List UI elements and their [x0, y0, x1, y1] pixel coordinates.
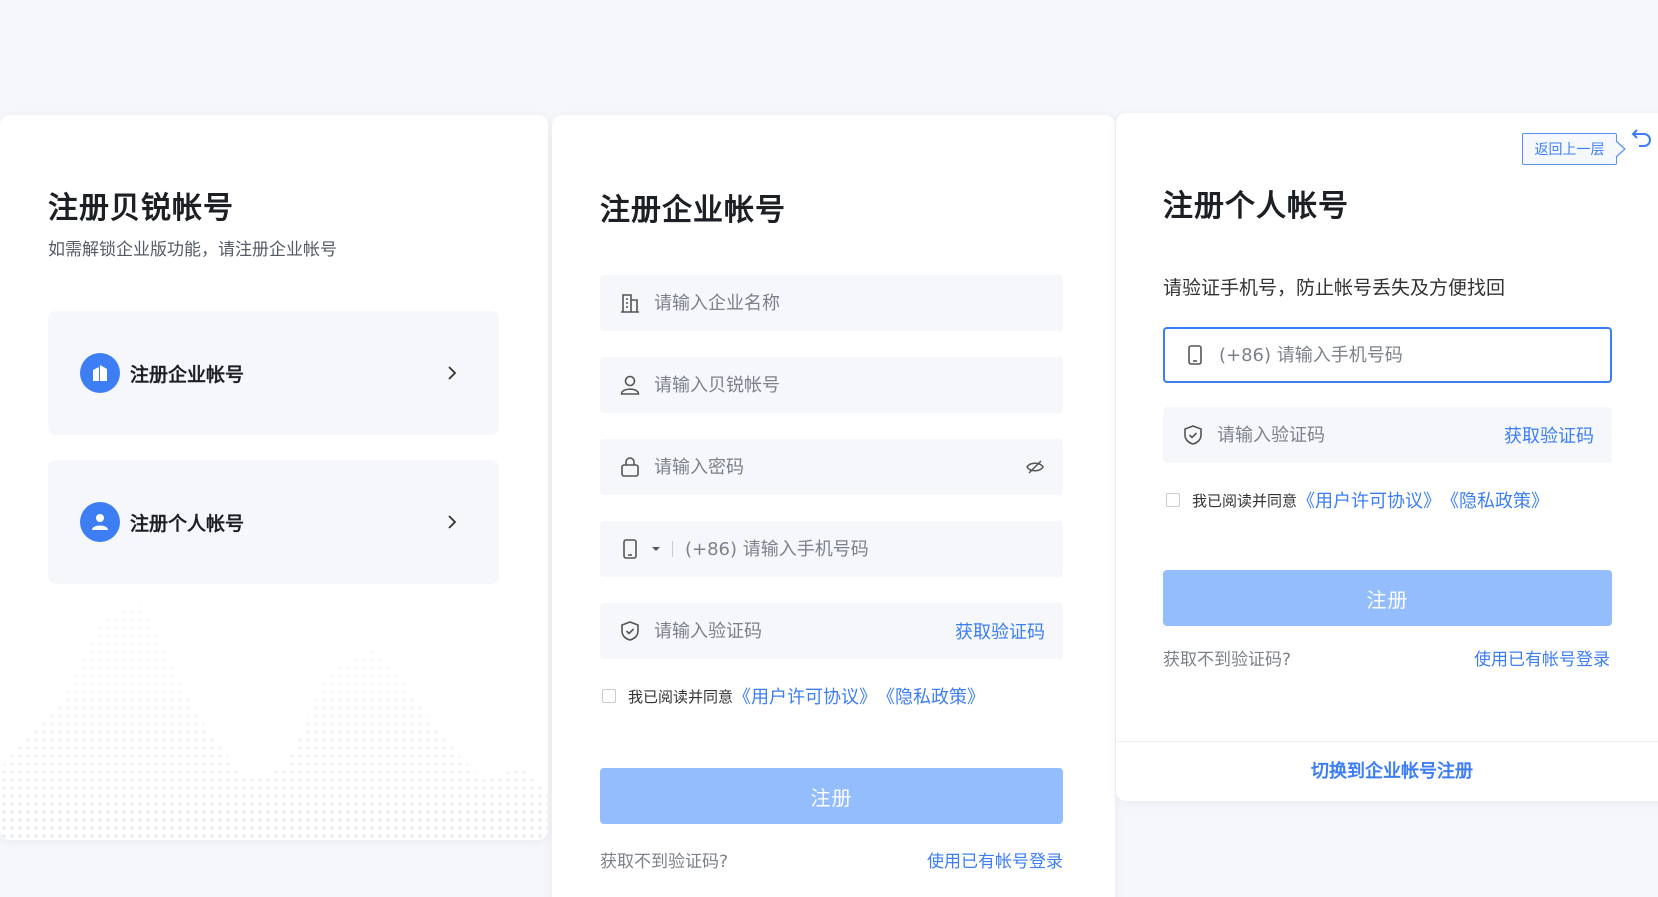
chevron-right-icon: [448, 366, 457, 380]
personal-agree-text: 我已阅读并同意: [1192, 491, 1298, 510]
personal-code-field[interactable]: 获取验证码: [1163, 407, 1612, 463]
tooltip-arrow-icon: [1615, 140, 1626, 158]
no-code-link[interactable]: 获取不到验证码?: [600, 847, 728, 872]
get-code-button[interactable]: 获取验证码: [955, 618, 1045, 644]
personal-no-code-link[interactable]: 获取不到验证码?: [1163, 645, 1291, 670]
back-tooltip: 返回上一层: [1522, 133, 1617, 165]
page-title: 注册贝锐帐号: [48, 191, 234, 226]
company-name-input[interactable]: [654, 292, 1063, 314]
undo-back-icon[interactable]: [1630, 125, 1654, 149]
account-input[interactable]: [654, 374, 1063, 396]
register-company-label: 注册企业帐号: [130, 363, 245, 386]
personal-register-panel: 注册个人帐号 请验证手机号，防止帐号丢失及方便找回 获取验证码 我已阅读并同意 …: [1116, 113, 1658, 801]
choose-account-panel: 注册贝锐帐号 如需解锁企业版功能，请注册企业帐号 注册企业帐号 注册个人帐号: [0, 115, 548, 840]
world-map-decoration: [0, 600, 548, 840]
personal-privacy-link[interactable]: 《隐私政策》: [1441, 487, 1549, 513]
panel-divider: [1116, 741, 1658, 742]
personal-agree-checkbox[interactable]: [1166, 493, 1180, 507]
personal-license-link[interactable]: 《用户许可协议》: [1297, 487, 1441, 513]
personal-form-title: 注册个人帐号: [1163, 189, 1349, 224]
page-subtitle: 如需解锁企业版功能，请注册企业帐号: [48, 240, 337, 260]
personal-phone-field[interactable]: [1163, 327, 1612, 383]
phone-icon: [623, 539, 637, 559]
license-link[interactable]: 《用户许可协议》: [733, 683, 877, 709]
phone-input[interactable]: [685, 538, 1063, 560]
company-register-panel: 注册企业帐号 获取验证码 我已阅读并同意 《用户许可协议》 《隐私政策》 注册 …: [552, 115, 1115, 897]
personal-get-code-button[interactable]: 获取验证码: [1504, 422, 1594, 448]
code-input[interactable]: [654, 620, 955, 642]
lock-icon: [621, 457, 639, 477]
personal-login-existing-link[interactable]: 使用已有帐号登录: [1474, 645, 1610, 670]
building-icon: [621, 294, 639, 313]
register-personal-label: 注册个人帐号: [130, 512, 245, 535]
company-form-title: 注册企业帐号: [600, 193, 786, 228]
personal-register-button[interactable]: 注册: [1163, 570, 1612, 626]
user-outline-icon: [620, 375, 640, 395]
code-field[interactable]: 获取验证码: [600, 603, 1063, 659]
password-field[interactable]: [600, 439, 1063, 495]
eye-hidden-icon[interactable]: [1025, 457, 1045, 477]
password-input[interactable]: [654, 456, 1025, 478]
user-icon: [80, 502, 120, 542]
account-field[interactable]: [600, 357, 1063, 413]
shield-check-icon: [621, 621, 639, 641]
personal-subtitle: 请验证手机号，防止帐号丢失及方便找回: [1163, 277, 1506, 299]
phone-field[interactable]: [600, 521, 1063, 577]
login-existing-link[interactable]: 使用已有帐号登录: [927, 847, 1063, 872]
register-company-option[interactable]: 注册企业帐号: [48, 311, 499, 435]
agree-checkbox[interactable]: [602, 689, 616, 703]
switch-to-company-link[interactable]: 切换到企业帐号注册: [1311, 757, 1473, 783]
phone-divider: [672, 541, 673, 557]
shield-check-icon: [1184, 425, 1202, 445]
register-personal-option[interactable]: 注册个人帐号: [48, 460, 499, 584]
personal-phone-input[interactable]: [1219, 344, 1610, 366]
dropdown-arrow-icon[interactable]: [650, 543, 662, 555]
company-icon: [80, 353, 120, 393]
privacy-link[interactable]: 《隐私政策》: [877, 683, 985, 709]
agree-text: 我已阅读并同意: [628, 687, 734, 706]
register-button[interactable]: 注册: [600, 768, 1063, 824]
chevron-right-icon: [448, 515, 457, 529]
company-name-field[interactable]: [600, 275, 1063, 331]
agreement-row: 我已阅读并同意 《用户许可协议》 《隐私政策》: [602, 683, 985, 709]
personal-agreement-row: 我已阅读并同意 《用户许可协议》 《隐私政策》: [1166, 487, 1549, 513]
personal-code-input[interactable]: [1217, 424, 1504, 446]
phone-icon: [1188, 345, 1202, 365]
